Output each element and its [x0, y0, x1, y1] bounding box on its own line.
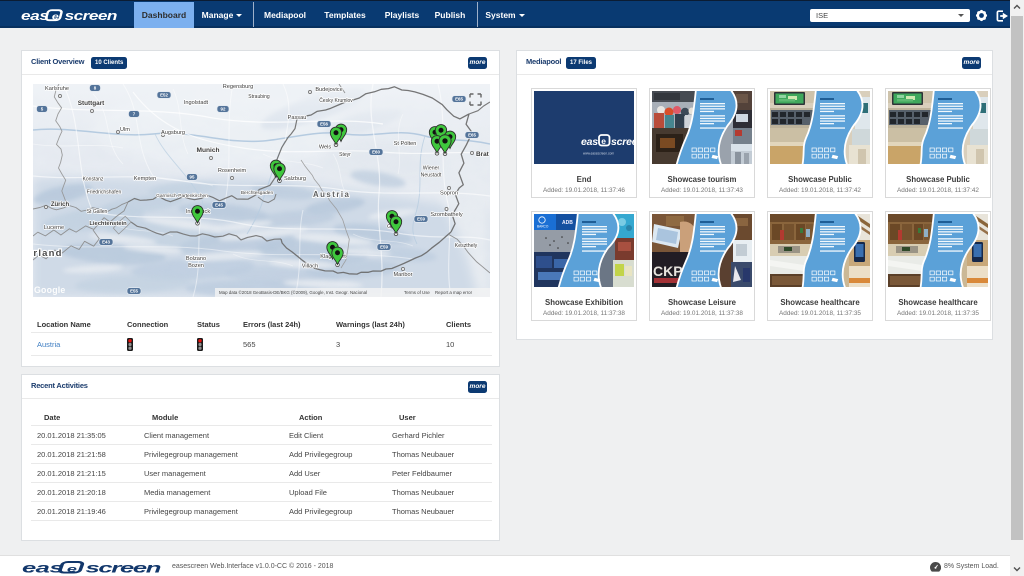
svg-text:Szombathely: Szombathely: [430, 212, 463, 218]
svg-text:E59: E59: [417, 217, 425, 222]
svg-text:E60: E60: [372, 150, 380, 155]
svg-text:Česky Krumlov: Česky Krumlov: [319, 97, 353, 104]
svg-text:E65: E65: [468, 133, 476, 138]
svg-text:eas: eas: [21, 9, 49, 23]
svg-text:E43: E43: [102, 240, 110, 245]
svg-text:Karlsruhe: Karlsruhe: [45, 86, 69, 92]
svg-text:Zürich: Zürich: [51, 202, 70, 208]
svg-text:www.easescreen.com: www.easescreen.com: [583, 152, 614, 156]
svg-text:Map data ©2018 GeoBasis-DE/BKG: Map data ©2018 GeoBasis-DE/BKG (©2009), …: [219, 290, 367, 295]
svg-text:Terms of Use: Terms of Use: [404, 290, 430, 295]
svg-text:St Pölten: St Pölten: [394, 141, 417, 147]
svg-text:e: e: [601, 136, 606, 146]
svg-text:screen: screen: [611, 136, 634, 148]
svg-text:St Gallen: St Gallen: [87, 209, 108, 215]
svg-text:Salzburg: Salzburg: [284, 176, 306, 182]
svg-text:E65: E65: [455, 97, 463, 102]
svg-text:screen: screen: [65, 9, 118, 23]
svg-text:Lucerne: Lucerne: [44, 225, 64, 231]
svg-text:Brat: Brat: [476, 151, 490, 158]
svg-text:Berchtesgaden: Berchtesgaden: [241, 190, 274, 196]
svg-text:Rosenheim: Rosenheim: [218, 168, 247, 174]
svg-text:E55: E55: [130, 289, 138, 294]
svg-text:E59: E59: [380, 245, 388, 250]
svg-text:Report a map error: Report a map error: [435, 290, 473, 295]
svg-text:Steyr: Steyr: [339, 152, 351, 158]
svg-text:Google: Google: [34, 285, 66, 295]
svg-text:Austria: Austria: [313, 190, 350, 199]
svg-text:eas: eas: [22, 561, 63, 576]
svg-text:Passau: Passau: [288, 115, 307, 121]
svg-text:Wels: Wels: [319, 145, 332, 151]
svg-text:92: 92: [221, 107, 226, 112]
svg-text:Bolzano: Bolzano: [186, 256, 206, 262]
svg-text:Bozen: Bozen: [188, 263, 204, 269]
svg-text:eas: eas: [581, 136, 598, 148]
svg-text:Friedrichshafen: Friedrichshafen: [87, 190, 122, 196]
svg-text:Budejovice: Budejovice: [315, 87, 342, 93]
svg-text:E56: E56: [320, 122, 328, 127]
svg-text:Augsburg: Augsburg: [161, 130, 185, 136]
svg-text:Straubing: Straubing: [248, 94, 270, 100]
svg-text:Neustadt: Neustadt: [421, 173, 442, 179]
svg-text:ADB: ADB: [562, 220, 573, 226]
svg-text:Ingolstadt: Ingolstadt: [184, 100, 209, 106]
svg-text:Konstanz: Konstanz: [83, 177, 104, 183]
svg-text:Ulm: Ulm: [120, 127, 130, 133]
svg-text:BARCO: BARCO: [537, 225, 549, 229]
svg-text:Regensburg: Regensburg: [223, 84, 253, 90]
svg-text:Wiener: Wiener: [423, 166, 440, 172]
svg-text:Liechtenstein: Liechtenstein: [89, 221, 127, 227]
svg-text:Sopron: Sopron: [440, 191, 458, 197]
svg-text:Maribor: Maribor: [394, 272, 413, 278]
svg-text:Munich: Munich: [196, 147, 219, 154]
svg-text:Garmisch-Partenkirchen: Garmisch-Partenkirchen: [156, 193, 208, 199]
svg-text:e: e: [52, 12, 59, 22]
svg-text:Kempten: Kempten: [134, 176, 156, 182]
svg-text:95: 95: [190, 175, 195, 180]
svg-text:zerland: zerland: [33, 248, 63, 259]
svg-text:screen: screen: [85, 561, 160, 576]
svg-text:Villach: Villach: [302, 264, 318, 270]
svg-text:e: e: [67, 564, 77, 575]
svg-text:E45: E45: [215, 203, 223, 208]
svg-text:Keszthely: Keszthely: [455, 243, 478, 249]
svg-text:E52: E52: [160, 93, 168, 98]
svg-text:Stuttgart: Stuttgart: [78, 100, 105, 107]
